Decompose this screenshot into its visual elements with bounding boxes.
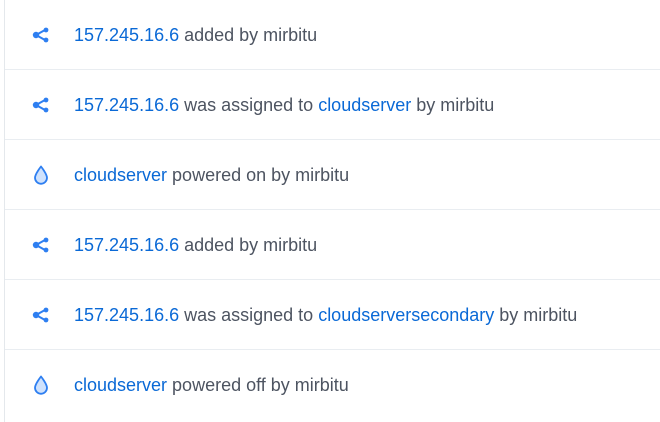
activity-row: 157.245.16.6 was assigned to cloudserver… (5, 280, 660, 350)
activity-list: 157.245.16.6 added by mirbitu 157.245.16… (4, 0, 660, 422)
activity-text: cloudserver powered off by mirbitu (74, 374, 349, 396)
activity-row: cloudserver powered off by mirbitu (5, 350, 660, 420)
activity-text-middle: was assigned to (179, 304, 319, 325)
server-link[interactable]: cloudserver (318, 95, 411, 115)
activity-text-middle: added by mirbitu (179, 24, 318, 45)
server-link[interactable]: cloudserver (74, 165, 167, 185)
activity-text-middle: added by mirbitu (179, 234, 318, 255)
activity-text: 157.245.16.6 was assigned to cloudserver… (74, 304, 577, 326)
activity-text: 157.245.16.6 was assigned to cloudserver… (74, 94, 494, 116)
ip-share-icon (31, 95, 51, 115)
activity-text: cloudserver powered on by mirbitu (74, 164, 349, 186)
activity-text-middle: powered on by mirbitu (167, 164, 350, 185)
activity-row: cloudserver powered on by mirbitu (5, 140, 660, 210)
ip-share-icon (31, 25, 51, 45)
activity-text: 157.245.16.6 added by mirbitu (74, 24, 317, 46)
ip-link[interactable]: 157.245.16.6 (74, 95, 179, 115)
ip-link[interactable]: 157.245.16.6 (74, 305, 179, 325)
droplet-icon (31, 165, 51, 185)
droplet-icon (31, 375, 51, 395)
server-link[interactable]: cloudserversecondary (318, 305, 494, 325)
activity-row: 157.245.16.6 added by mirbitu (5, 210, 660, 280)
activity-text: 157.245.16.6 added by mirbitu (74, 234, 317, 256)
server-link[interactable]: cloudserver (74, 375, 167, 395)
activity-text-middle: was assigned to (179, 94, 319, 115)
ip-share-icon (31, 235, 51, 255)
activity-text-tail: by mirbitu (411, 94, 495, 115)
activity-row: 157.245.16.6 added by mirbitu (5, 0, 660, 70)
ip-link[interactable]: 157.245.16.6 (74, 25, 179, 45)
activity-text-tail: by mirbitu (494, 304, 578, 325)
ip-link[interactable]: 157.245.16.6 (74, 235, 179, 255)
ip-share-icon (31, 305, 51, 325)
activity-row: 157.245.16.6 was assigned to cloudserver… (5, 70, 660, 140)
activity-text-middle: powered off by mirbitu (167, 375, 349, 395)
